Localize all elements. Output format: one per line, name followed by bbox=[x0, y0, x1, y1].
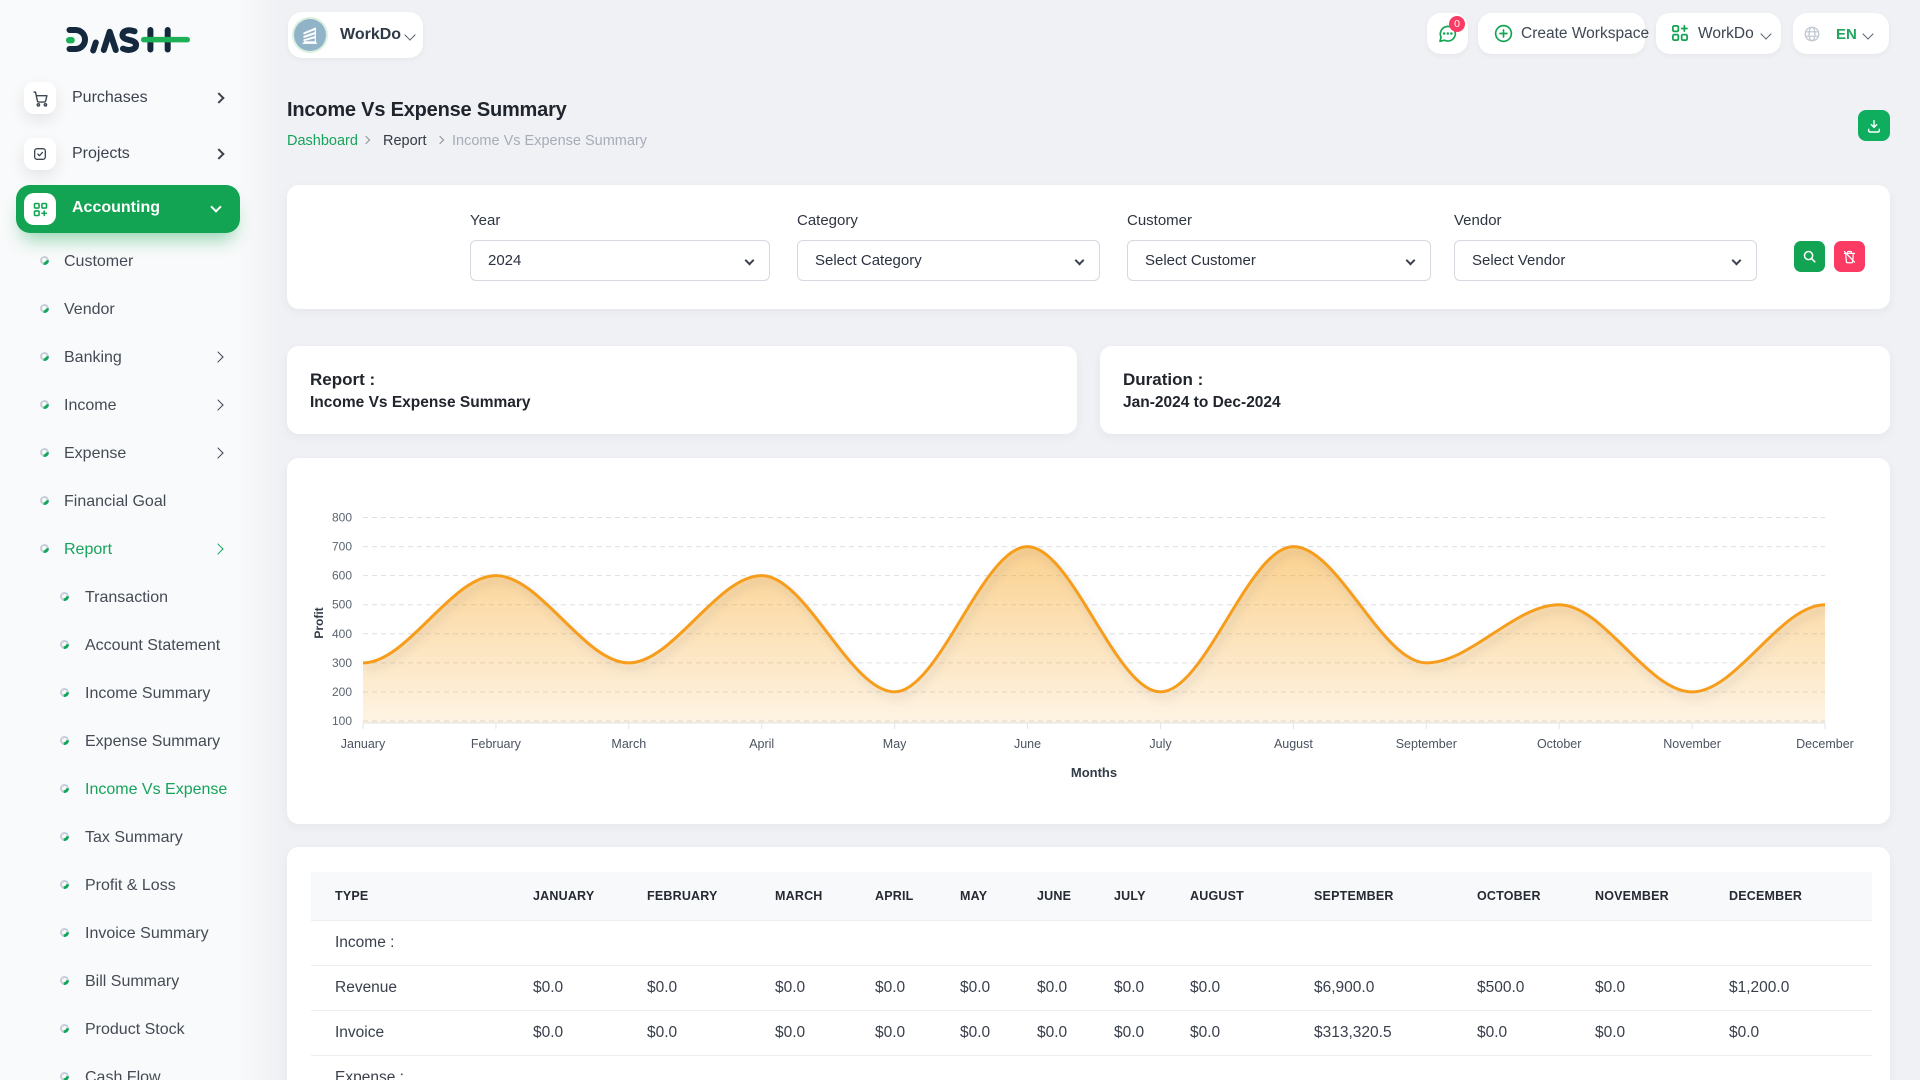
svg-text:500: 500 bbox=[332, 598, 352, 612]
svg-text:800: 800 bbox=[332, 511, 352, 525]
svg-text:700: 700 bbox=[332, 540, 352, 554]
svg-text:400: 400 bbox=[332, 627, 352, 641]
svg-text:December: December bbox=[1796, 737, 1854, 751]
svg-text:May: May bbox=[883, 737, 907, 751]
svg-text:September: September bbox=[1396, 737, 1457, 751]
svg-text:Profit: Profit bbox=[312, 607, 326, 638]
svg-text:100: 100 bbox=[332, 714, 352, 728]
svg-text:June: June bbox=[1014, 737, 1041, 751]
svg-text:February: February bbox=[471, 737, 522, 751]
svg-text:August: August bbox=[1274, 737, 1313, 751]
svg-text:March: March bbox=[611, 737, 646, 751]
svg-text:April: April bbox=[749, 737, 774, 751]
svg-text:November: November bbox=[1663, 737, 1721, 751]
svg-text:200: 200 bbox=[332, 685, 352, 699]
svg-text:January: January bbox=[341, 737, 386, 751]
svg-text:600: 600 bbox=[332, 569, 352, 583]
svg-text:October: October bbox=[1537, 737, 1581, 751]
svg-text:July: July bbox=[1149, 737, 1172, 751]
svg-text:300: 300 bbox=[332, 656, 352, 670]
svg-text:Months: Months bbox=[1071, 765, 1117, 780]
